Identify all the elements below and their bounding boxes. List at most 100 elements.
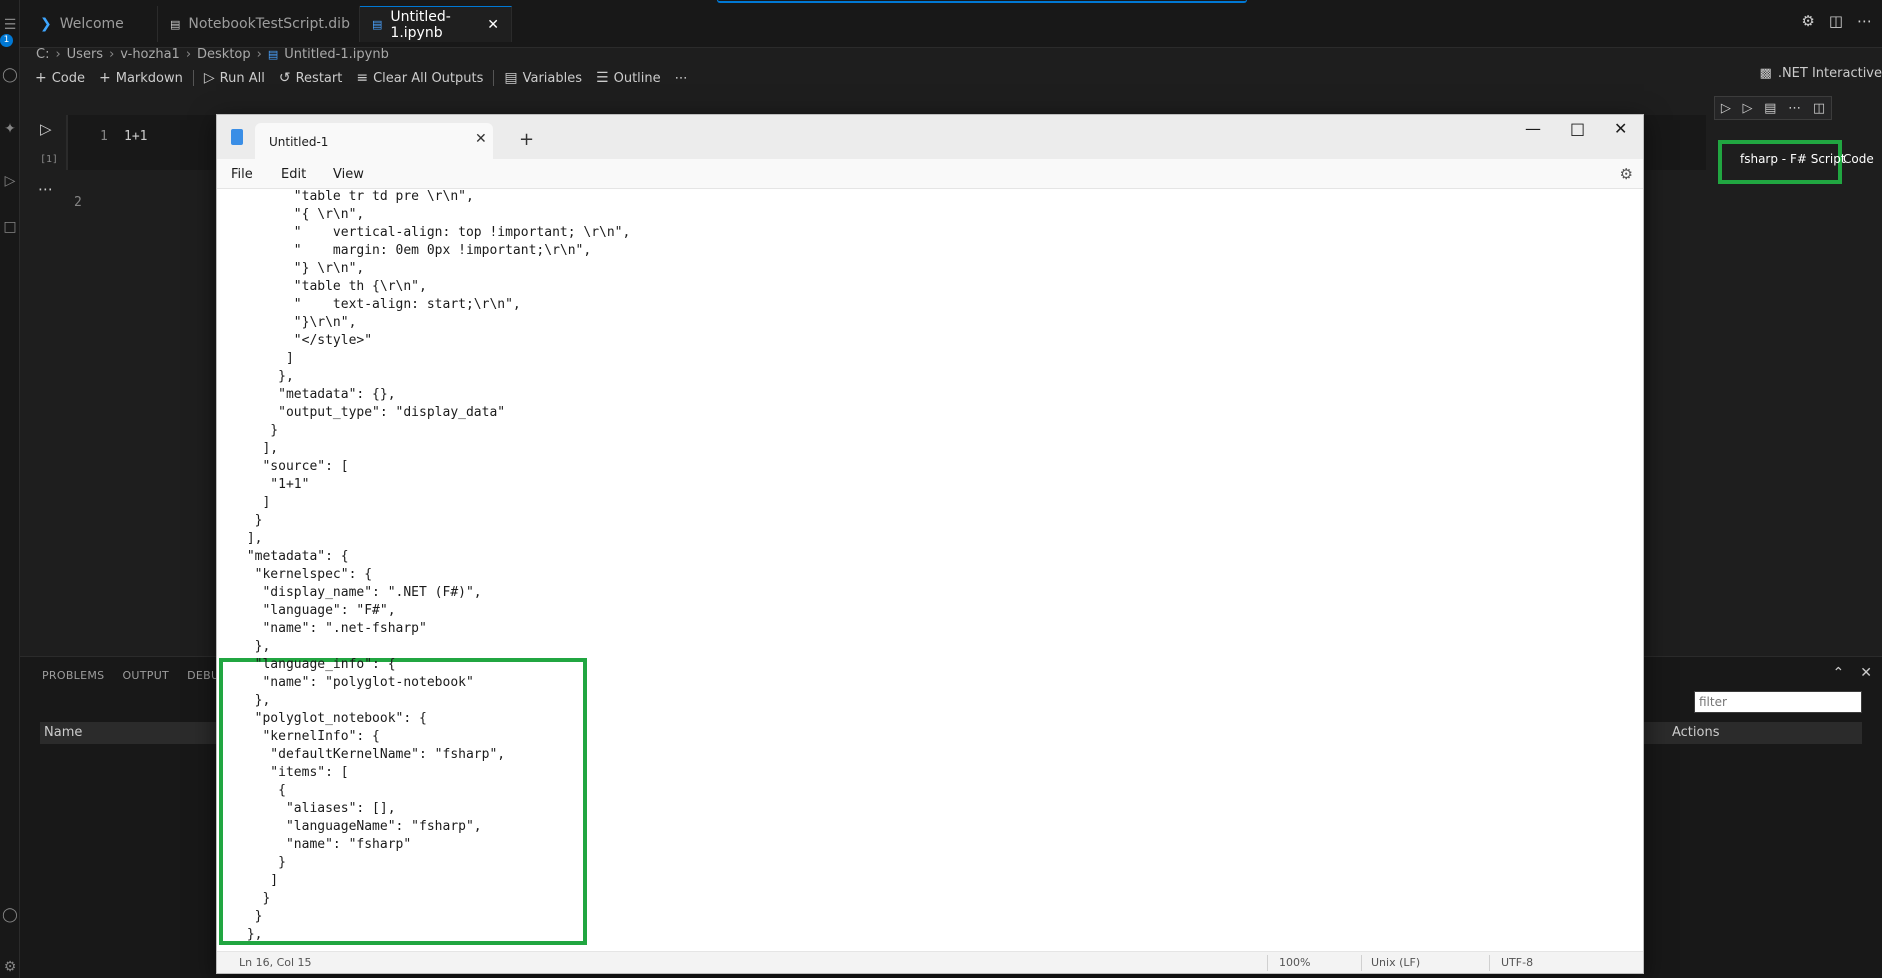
- toolbar-divider: [192, 70, 194, 86]
- close-icon[interactable]: ✕: [487, 17, 499, 33]
- text-line: "} \r\n",: [239, 261, 365, 276]
- search-icon[interactable]: ◯: [0, 64, 20, 86]
- text-line: ]: [239, 495, 271, 510]
- execute-below-icon[interactable]: ▷: [1743, 101, 1753, 116]
- text-line: " margin: 0em 0px !important;\r\n",: [239, 243, 592, 258]
- cell-language-picker[interactable]: fsharp - F# Script: [1740, 152, 1846, 166]
- notepad-window: Untitled-1 ✕ + — □ ✕ File Edit View ⚙ "t…: [216, 114, 1644, 974]
- text-line: "language_info": {: [239, 657, 396, 672]
- text-line: "aliases": [],: [239, 801, 396, 816]
- tab-label: Welcome: [59, 16, 124, 32]
- variables-filter-input[interactable]: [1694, 691, 1862, 713]
- panel-controls: ⌃ ✕: [1833, 665, 1872, 681]
- tab-label: NotebookTestScript.dib: [188, 16, 350, 32]
- zoom-level: 100%: [1279, 956, 1311, 969]
- outline-icon: ☰: [596, 70, 609, 86]
- minimize-icon[interactable]: —: [1525, 119, 1541, 138]
- close-icon[interactable]: ✕: [475, 131, 487, 147]
- add-markdown-cell-button[interactable]: + Markdown: [92, 67, 190, 89]
- tab-output[interactable]: OUTPUT: [122, 669, 169, 682]
- text-line: },: [239, 639, 271, 654]
- text-line: "}\r\n",: [239, 315, 357, 330]
- new-tab-icon[interactable]: +: [519, 129, 534, 150]
- text-line: "metadata": {: [239, 549, 349, 564]
- toolbar-divider: [493, 70, 495, 86]
- close-window-icon[interactable]: ✕: [1614, 119, 1627, 138]
- text-line: },: [239, 369, 294, 384]
- title-bar-command-center[interactable]: [717, 0, 1247, 3]
- text-line: "1+1": [239, 477, 310, 492]
- more-icon: ⋯: [674, 70, 688, 86]
- kernel-picker[interactable]: ▩ .NET Interactive: [1760, 66, 1882, 81]
- plus-icon: +: [99, 70, 111, 86]
- split-editor-icon[interactable]: ◫: [1829, 12, 1843, 30]
- plus-icon: +: [35, 70, 47, 86]
- source-control-icon[interactable]: ✦: [0, 118, 20, 140]
- kernel-label: .NET Interactive: [1777, 66, 1882, 81]
- more-actions-icon[interactable]: ⋯: [1857, 12, 1872, 30]
- text-line: "kernelInfo": {: [239, 729, 380, 744]
- breadcrumb-item[interactable]: Untitled-1.ipynb: [284, 47, 389, 62]
- vscode-logo-icon: ❯: [40, 16, 52, 32]
- line-number: 2: [74, 195, 82, 210]
- menu-edit[interactable]: Edit: [281, 167, 306, 182]
- settings-icon[interactable]: ⚙: [0, 956, 20, 978]
- outline-button[interactable]: ☰ Outline: [589, 67, 668, 89]
- text-line: ],: [239, 531, 263, 546]
- account-icon[interactable]: ◯: [0, 904, 20, 926]
- variables-button[interactable]: ▤ Variables: [497, 67, 589, 89]
- tab-notebook-test-script[interactable]: ▤ NotebookTestScript.dib: [158, 6, 360, 42]
- restart-button[interactable]: ↺ Restart: [272, 67, 349, 89]
- tab-untitled-ipynb[interactable]: ▤ Untitled-1.ipynb ✕: [360, 6, 512, 42]
- notepad-text-area[interactable]: "table tr td pre \r\n", "{ \r\n", " vert…: [217, 189, 1643, 955]
- editor-actions: ⚙ ◫ ⋯: [1801, 12, 1872, 30]
- chevron-right-icon: ›: [256, 46, 262, 62]
- more-toolbar-button[interactable]: ⋯: [668, 67, 695, 89]
- breadcrumb-item[interactable]: Users: [67, 47, 103, 62]
- button-label: Restart: [295, 70, 343, 86]
- split-cell-icon[interactable]: ▤: [1764, 101, 1776, 116]
- breadcrumb-item[interactable]: Desktop: [197, 47, 251, 62]
- text-line: }: [239, 513, 263, 528]
- execution-count: [1]: [40, 154, 59, 165]
- run-by-line-icon[interactable]: ▷: [1721, 101, 1731, 116]
- column-header-name[interactable]: Name: [44, 725, 82, 740]
- cell-output-more-icon[interactable]: ⋯: [38, 180, 53, 198]
- chevron-right-icon: ›: [55, 46, 61, 62]
- chevron-right-icon: ›: [185, 46, 192, 62]
- code-line[interactable]: 1+1: [124, 129, 147, 144]
- text-line: "name": "polyglot-notebook": [239, 675, 474, 690]
- clear-all-outputs-button[interactable]: ≡ Clear All Outputs: [349, 67, 490, 89]
- text-line: }: [239, 855, 286, 870]
- tab-problems[interactable]: PROBLEMS: [42, 669, 104, 682]
- close-panel-icon[interactable]: ✕: [1860, 665, 1872, 681]
- column-header-actions[interactable]: Actions: [1672, 725, 1720, 740]
- menu-file[interactable]: File: [231, 167, 253, 182]
- text-line: },: [239, 693, 271, 708]
- button-label: Outline: [613, 70, 661, 86]
- text-line: }: [239, 909, 263, 924]
- text-line: }: [239, 423, 279, 438]
- tab-welcome[interactable]: ❯ Welcome: [28, 6, 158, 42]
- gear-icon[interactable]: ⚙: [1620, 165, 1633, 183]
- menu-view[interactable]: View: [333, 167, 364, 182]
- breadcrumb-item[interactable]: C:: [36, 47, 49, 62]
- extensions-icon[interactable]: □: [0, 216, 20, 238]
- run-debug-icon[interactable]: ▷: [0, 170, 20, 192]
- notebook-file-icon: ▤: [372, 18, 383, 31]
- maximize-icon[interactable]: □: [1570, 119, 1585, 138]
- gear-icon[interactable]: ⚙: [1801, 12, 1814, 30]
- delete-cell-icon[interactable]: ◫: [1813, 101, 1825, 116]
- text-line: "metadata": {},: [239, 387, 396, 402]
- add-code-cell-button[interactable]: + Code: [28, 67, 92, 89]
- run-cell-button[interactable]: ▷: [40, 120, 52, 138]
- more-icon[interactable]: ⋯: [1788, 101, 1801, 116]
- text-line: " text-align: start;\r\n",: [239, 297, 521, 312]
- maximize-panel-icon[interactable]: ⌃: [1833, 665, 1845, 681]
- run-all-button[interactable]: ▷ Run All: [197, 67, 272, 89]
- cell-mode-label: Code: [1843, 152, 1874, 166]
- explorer-icon[interactable]: ☰: [0, 14, 20, 36]
- breadcrumb-item[interactable]: v-hozha1: [120, 47, 180, 62]
- text-line: ]: [239, 351, 294, 366]
- text-line: {: [239, 783, 286, 798]
